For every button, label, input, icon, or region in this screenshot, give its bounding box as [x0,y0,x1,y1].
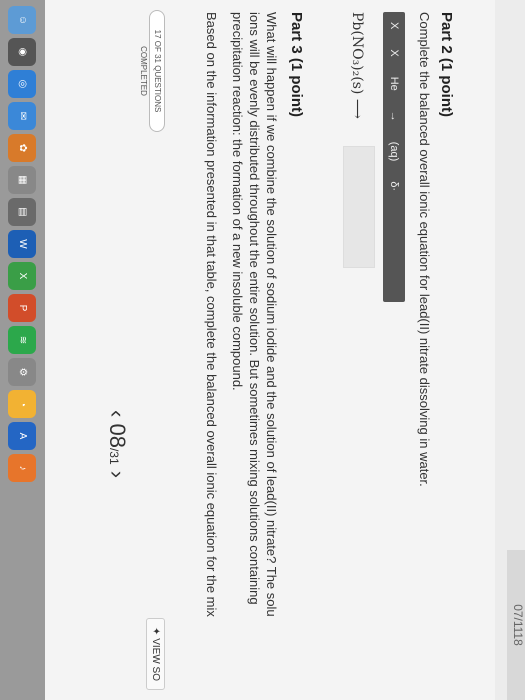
toolbar-element[interactable]: He [388,67,400,101]
spotify-icon[interactable]: ≋ [8,326,37,354]
equation-toolbar: X X He → (aq) δ· [383,12,405,302]
part3-paragraph-1: What will happen if we combine the solut… [264,12,279,617]
chrome-icon[interactable]: ◔ [8,390,37,418]
word-icon[interactable]: W [8,230,37,258]
app-store-icon[interactable]: A [8,422,37,450]
part2-instruction: Complete the balanced overall ionic equa… [417,12,432,487]
question-navigation: ‹ 08/31 › [104,410,130,478]
launchpad-icon[interactable]: ◉ [8,38,37,66]
window-title: 07/1118 [507,550,525,700]
photos-icon[interactable]: ✿ [8,134,37,162]
toolbar-arrow[interactable]: → [388,101,400,132]
dock: ☺ ◉ ◎ ✉ ✿ ▦ ▤ W X P ≋ ⚙ ◔ A ♪ [0,0,45,700]
part3-paragraph-2: ions will be evenly distributed througho… [247,12,262,605]
prev-question-button[interactable]: ‹ [105,410,130,417]
system-prefs-icon[interactable]: ⚙ [8,358,37,386]
powerpoint-icon[interactable]: P [8,294,37,322]
toolbar-state[interactable]: (aq) [388,132,400,172]
current-page: 08 [105,423,130,448]
total-pages: /31 [107,447,121,465]
mail-icon[interactable]: ✉ [8,102,37,130]
toolbar-charge[interactable]: δ· [388,171,400,201]
equation-answer-input[interactable] [343,146,375,268]
screen: 07/1118 Part 2 (1 point) Complete the ba… [0,0,525,700]
next-question-button[interactable]: › [105,471,130,478]
question-page: 07/1118 Part 2 (1 point) Complete the ba… [45,0,525,700]
notes-icon[interactable]: ▤ [8,198,37,226]
finder-icon[interactable]: ☺ [8,6,37,34]
completion-indicator: 17 OF 31 QUESTIONS COMPLETED [139,10,165,132]
itunes-icon[interactable]: ♪ [8,454,37,482]
view-solution-button[interactable]: ✦ VIEW SO [146,618,165,690]
toolbar-subscript[interactable]: X [388,39,400,66]
safari-icon[interactable]: ◎ [8,70,37,98]
calendar-icon[interactable]: ▦ [8,166,37,194]
toolbar-superscript[interactable]: X [388,12,400,39]
part2-heading: Part 2 (1 point) [438,12,455,118]
equation-reactant: Pb(NO₃)₂(s) ⟶ [349,12,365,119]
excel-icon[interactable]: X [8,262,37,290]
part3-heading: Part 3 (1 point) [288,12,305,118]
part3-paragraph-3: precipitation reaction: the formation of… [230,12,245,391]
part3-paragraph-4: Based on the information presented in th… [204,12,219,617]
